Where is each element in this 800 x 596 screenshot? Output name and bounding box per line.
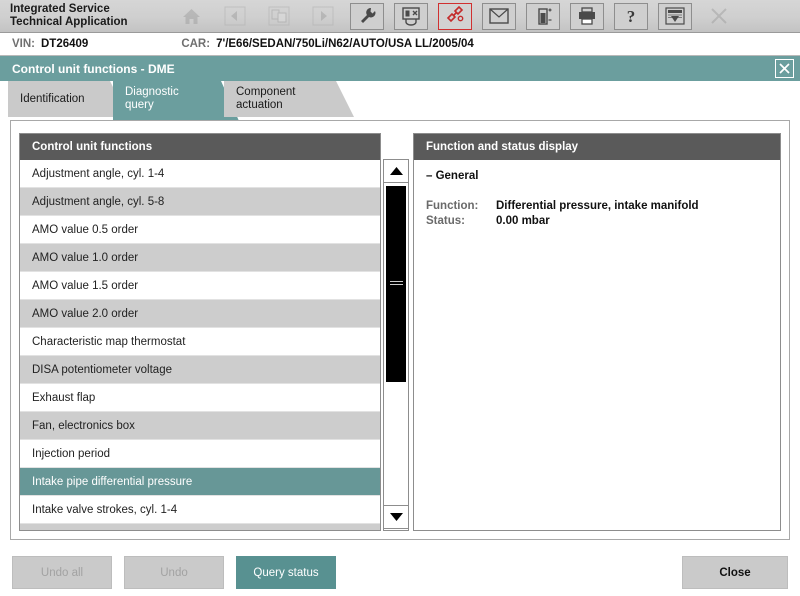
service-functions-button[interactable] <box>350 2 384 30</box>
list-item[interactable]: AMO value 2.0 order <box>20 300 380 328</box>
list-item-selected[interactable]: Intake pipe differential pressure <box>20 468 380 496</box>
undo-all-button[interactable]: Undo all <box>12 556 112 589</box>
close-icon <box>711 8 727 24</box>
list-item[interactable]: AMO value 1.5 order <box>20 272 380 300</box>
undo-button[interactable]: Undo <box>124 556 224 589</box>
list-item[interactable]: Intake valve strokes, cyl. 1-4 <box>20 496 380 524</box>
export-icon <box>665 7 685 25</box>
tab-component-actuation[interactable]: Component actuation <box>224 81 354 117</box>
envelope-icon <box>489 8 509 24</box>
tab-strip: Identification Diagnostic query Componen… <box>0 81 800 121</box>
list-item[interactable]: AMO value 0.5 order <box>20 216 380 244</box>
list-item[interactable]: Exhaust flap <box>20 384 380 412</box>
application-toolbar: Integrated Service Technical Application <box>0 0 800 33</box>
list-scrollbar[interactable] <box>383 133 409 531</box>
printer-icon <box>579 7 595 25</box>
content-area: Control unit functions Adjustment angle,… <box>10 120 790 540</box>
list-item[interactable]: Injection period <box>20 440 380 468</box>
close-icon <box>779 63 790 74</box>
status-label: Status: <box>426 215 465 227</box>
left-panel-header: Control unit functions <box>20 134 380 160</box>
query-status-button[interactable]: Query status <box>236 556 336 589</box>
help-button[interactable]: ? <box>614 2 648 30</box>
export-button[interactable] <box>658 2 692 30</box>
forward-arrow-icon <box>312 6 334 26</box>
function-status-body: – General Function: Differential pressur… <box>414 160 780 240</box>
function-row: Function: Differential pressure, intake … <box>426 200 768 212</box>
general-section-label: – General <box>426 170 479 182</box>
list-item[interactable]: AMO value 1.0 order <box>20 244 380 272</box>
battery-icon <box>538 8 552 25</box>
chevron-down-icon <box>389 513 403 521</box>
documents-button[interactable] <box>262 3 296 30</box>
dialog-button-bar: Undo all Undo Query status Close <box>0 548 800 596</box>
svg-text:?: ? <box>627 7 636 26</box>
forward-button[interactable] <box>306 3 340 30</box>
print-button[interactable] <box>570 2 604 30</box>
wrench-icon <box>361 7 376 23</box>
control-unit-tree-button[interactable] <box>394 2 428 30</box>
list-item[interactable]: Characteristic map thermostat <box>20 328 380 356</box>
help-icon: ? <box>627 7 636 26</box>
status-row: Status: 0.00 mbar <box>426 215 768 227</box>
car-value: 7'/E66/SEDAN/750Li/N62/AUTO/USA LL/2005/… <box>216 38 474 50</box>
home-button[interactable] <box>174 3 208 30</box>
function-value: Differential pressure, intake manifold <box>496 200 699 212</box>
function-status-panel: Function and status display – General Fu… <box>413 133 781 531</box>
back-arrow-icon <box>224 6 246 26</box>
right-panel-header: Function and status display <box>414 134 780 160</box>
function-label: Function: <box>426 200 479 212</box>
status-value: 0.00 mbar <box>496 215 550 227</box>
chevron-up-icon <box>389 167 403 175</box>
vin-label: VIN: <box>12 38 35 50</box>
exit-button[interactable] <box>702 3 736 30</box>
list-item[interactable]: Adjustment angle, cyl. 5-8 <box>20 188 380 216</box>
close-button[interactable]: Close <box>682 556 788 589</box>
tab-diagnostic-query[interactable]: Diagnostic query <box>113 81 239 121</box>
scroll-down-button[interactable] <box>383 505 409 529</box>
list-item[interactable]: DISA potentiometer voltage <box>20 356 380 384</box>
messages-button[interactable] <box>482 2 516 30</box>
battery-button[interactable] <box>526 2 560 30</box>
control-unit-functions-panel: Control unit functions Adjustment angle,… <box>19 133 381 531</box>
documents-icon <box>268 6 290 26</box>
dialog-close-button[interactable] <box>775 59 794 78</box>
scrollbar-thumb[interactable] <box>386 186 406 382</box>
connector-icon <box>446 6 464 23</box>
connection-button[interactable] <box>438 2 472 30</box>
tab-identification[interactable]: Identification <box>8 81 128 117</box>
ista-application-window: Integrated Service Technical Application <box>0 0 800 596</box>
scroll-up-button[interactable] <box>383 159 409 183</box>
list-item[interactable] <box>20 524 380 530</box>
dialog-title: Control unit functions - DME <box>12 61 175 76</box>
list-item[interactable]: Adjustment angle, cyl. 1-4 <box>20 160 380 188</box>
car-label: CAR: <box>181 38 211 50</box>
dialog-title-bar: Control unit functions - DME <box>0 56 800 81</box>
control-unit-functions-list[interactable]: Adjustment angle, cyl. 1-4 Adjustment an… <box>20 160 380 530</box>
toolbar-icon-group: ? <box>169 2 741 30</box>
home-icon <box>182 8 200 24</box>
application-title: Integrated Service Technical Application <box>10 3 128 28</box>
scrollbar-grip <box>389 281 403 287</box>
vehicle-info-bar: VIN: DT26409 CAR: 7'/E66/SEDAN/750Li/N62… <box>0 33 800 56</box>
control-unit-icon <box>402 7 420 26</box>
back-button[interactable] <box>218 3 252 30</box>
vin-value: DT26409 <box>41 38 89 50</box>
list-item[interactable]: Fan, electronics box <box>20 412 380 440</box>
